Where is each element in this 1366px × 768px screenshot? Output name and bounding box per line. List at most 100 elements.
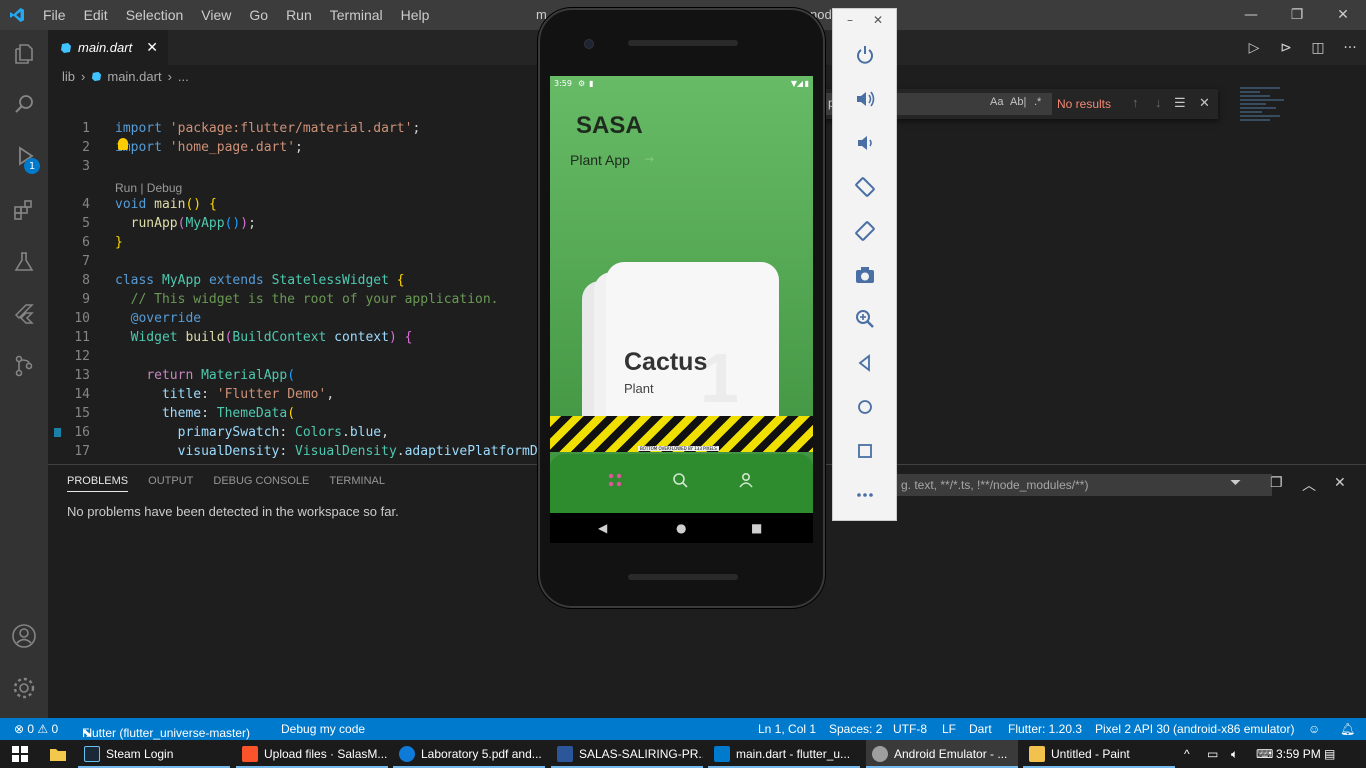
taskbar-item-brave[interactable]: Upload files · SalasM...: [236, 740, 388, 768]
nav-home-grid-icon[interactable]: [607, 472, 623, 492]
minimap[interactable]: [1240, 87, 1290, 137]
menu-file[interactable]: File: [34, 7, 75, 23]
card-title: Cactus: [624, 348, 708, 376]
previous-match-icon[interactable]: ↑: [1132, 95, 1139, 110]
emulator-screen[interactable]: 3:59 ⚙ ▮ ▼ ◢ ▮ SASA Plant App → 1 Cactus…: [550, 76, 813, 513]
flutter-icon[interactable]: [0, 290, 48, 338]
find-close-icon[interactable]: ✕: [1199, 95, 1210, 111]
taskbar-item-word[interactable]: SALAS-SALIRING-PR...: [551, 740, 703, 768]
power-icon[interactable]: [833, 33, 896, 77]
nav-search-icon[interactable]: [672, 472, 688, 492]
emulator-close-icon[interactable]: ✕: [873, 13, 883, 27]
menu-terminal[interactable]: Terminal: [321, 7, 392, 23]
extensions-icon[interactable]: [0, 186, 48, 234]
menu-selection[interactable]: Selection: [117, 7, 193, 23]
split-editor-icon[interactable]: ◫: [1302, 40, 1334, 56]
device-selector[interactable]: Pixel 2 API 30 (android-x86 emulator): [1095, 722, 1294, 736]
lightbulb-icon[interactable]: [118, 138, 128, 150]
menu-run[interactable]: Run: [277, 7, 321, 23]
emulator-minimize-icon[interactable]: –: [847, 13, 853, 27]
feedback-icon[interactable]: ☺: [1308, 722, 1320, 736]
close-window-icon[interactable]: ✕: [1320, 0, 1366, 30]
zoom-icon[interactable]: [833, 297, 896, 341]
taskbar-item-paint[interactable]: Untitled - Paint: [1023, 740, 1175, 768]
chevron-up-icon[interactable]: ︿: [1302, 475, 1316, 495]
menu-edit[interactable]: Edit: [75, 7, 117, 23]
notifications-bell-icon[interactable]: 🔔︎: [1340, 722, 1355, 736]
line-ending[interactable]: LF: [942, 722, 956, 736]
android-back-icon[interactable]: ◀: [598, 521, 607, 535]
explorer-icon[interactable]: [0, 30, 48, 78]
run-file-icon[interactable]: ▷: [1238, 40, 1270, 56]
tab-problems[interactable]: PROBLEMS: [67, 475, 129, 492]
settings-gear-icon[interactable]: [0, 664, 48, 712]
next-match-icon[interactable]: ↓: [1155, 95, 1162, 110]
action-center-icon[interactable]: ▤: [1324, 740, 1344, 768]
codelens-run-debug[interactable]: Run | Debug: [115, 181, 182, 195]
find-in-selection-icon[interactable]: ☰: [1174, 95, 1186, 111]
back-triangle-icon[interactable]: [833, 341, 896, 385]
flutter-app: 3:59 ⚙ ▮ ▼ ◢ ▮ SASA Plant App → 1 Cactus…: [550, 76, 813, 513]
input-language-icon[interactable]: ⌨︎: [1256, 740, 1274, 768]
language-mode[interactable]: Dart: [969, 722, 992, 736]
tab-terminal[interactable]: TERMINAL: [329, 475, 385, 492]
menu-go[interactable]: Go: [240, 7, 277, 23]
breadcrumb-file[interactable]: main.dart: [107, 69, 161, 84]
debug-file-icon[interactable]: ⊳: [1270, 40, 1302, 56]
rotate-right-icon[interactable]: [833, 209, 896, 253]
taskbar-item-vscode[interactable]: main.dart - flutter_u...: [708, 740, 860, 768]
more-actions-icon[interactable]: ···: [1334, 40, 1366, 56]
problems-count[interactable]: ⊗ 0 ⚠ 0: [14, 722, 58, 736]
android-home-icon[interactable]: ●: [676, 521, 686, 535]
android-recents-icon[interactable]: ■: [751, 521, 762, 535]
screenshot-camera-icon[interactable]: [833, 253, 896, 297]
windows-start-icon[interactable]: [0, 740, 40, 768]
match-case-icon[interactable]: Aa: [990, 96, 1003, 108]
match-word-icon[interactable]: Ab|: [1010, 96, 1026, 108]
source-control-icon[interactable]: [0, 342, 48, 390]
breadcrumb-more[interactable]: ...: [178, 69, 189, 84]
menu-view[interactable]: View: [192, 7, 240, 23]
volume-up-icon[interactable]: [833, 77, 896, 121]
volume-down-icon[interactable]: [833, 121, 896, 165]
taskbar-item-steam[interactable]: Steam Login: [78, 740, 230, 768]
tab-debug-console[interactable]: DEBUG CONSOLE: [213, 475, 309, 492]
paint-icon: [1029, 746, 1045, 762]
more-options-icon[interactable]: [833, 473, 896, 517]
taskbar-item-android-emulator[interactable]: Android Emulator - ...: [866, 740, 1018, 768]
taskbar-item-edge[interactable]: Laboratory 5.pdf and...: [393, 740, 545, 768]
debug-status[interactable]: Debug my code: [281, 722, 365, 736]
account-icon[interactable]: [0, 612, 48, 660]
tab-main-dart[interactable]: main.dart ✕: [48, 30, 168, 65]
tray-chevron-up-icon[interactable]: ^: [1184, 740, 1200, 768]
filter-icon[interactable]: ⏷: [1230, 475, 1241, 491]
close-panel-icon[interactable]: ✕: [1334, 475, 1346, 491]
testing-icon[interactable]: [0, 238, 48, 286]
search-icon[interactable]: [0, 80, 48, 128]
network-icon[interactable]: ▭: [1207, 740, 1227, 768]
rotate-left-icon[interactable]: [833, 165, 896, 209]
overview-square-icon[interactable]: [833, 429, 896, 473]
tab-output[interactable]: OUTPUT: [148, 475, 193, 492]
nav-profile-icon[interactable]: [738, 472, 754, 492]
maximize-panel-icon[interactable]: ❐: [1270, 475, 1283, 491]
volume-icon[interactable]: 🔈︎: [1231, 740, 1251, 768]
breadcrumb-folder[interactable]: lib: [62, 69, 75, 84]
home-circle-icon[interactable]: [833, 385, 896, 429]
restore-icon[interactable]: ❐: [1274, 0, 1320, 30]
file-explorer-icon[interactable]: [44, 740, 72, 768]
vscode-icon: [714, 746, 730, 762]
clock[interactable]: 3:59 PM: [1276, 740, 1326, 768]
minimize-icon[interactable]: —: [1228, 0, 1274, 30]
cursor-position[interactable]: Ln 1, Col 1: [758, 722, 816, 736]
dropdown-arrow-icon[interactable]: →: [644, 152, 654, 166]
indentation[interactable]: Spaces: 2: [829, 722, 882, 736]
regex-icon[interactable]: .*: [1034, 96, 1041, 108]
menu-help[interactable]: Help: [392, 7, 439, 23]
flutter-version[interactable]: Flutter: 1.20.3: [1008, 722, 1082, 736]
tab-close-icon[interactable]: ✕: [146, 39, 158, 56]
run-debug-icon[interactable]: 1: [0, 132, 48, 180]
code-text: primarySwatch: Colors.blue,: [177, 425, 389, 440]
problems-filter-input[interactable]: g. text, **/*.ts, !**/node_modules/**): [897, 474, 1272, 496]
encoding[interactable]: UTF-8: [893, 722, 927, 736]
